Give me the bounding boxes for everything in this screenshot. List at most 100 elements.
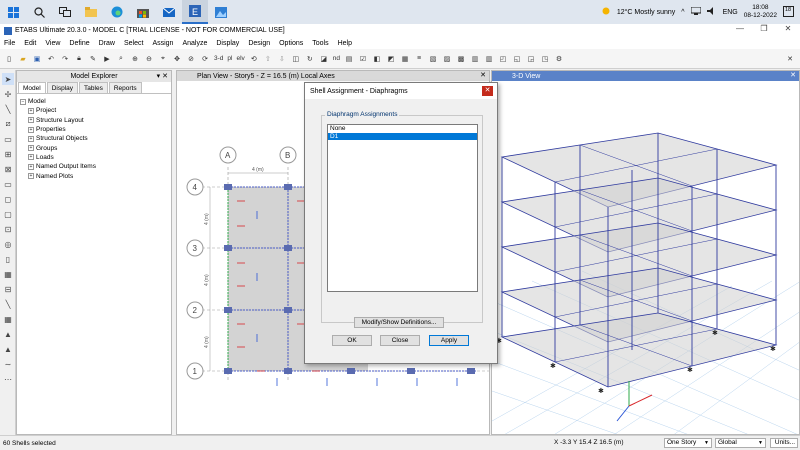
deformed-shape-icon[interactable]: ◩ [385,53,397,65]
weather-text[interactable]: 12°C Mostly sunny [617,9,675,16]
menu-define[interactable]: Define [69,40,89,47]
collapse-icon[interactable]: − [20,98,26,105]
menu-analyze[interactable]: Analyze [182,40,207,47]
reshape-icon[interactable]: ✢ [2,88,14,100]
pointer-icon[interactable]: ➤ [2,73,14,85]
tree-node-groups[interactable]: + Groups [20,143,168,152]
move-down-icon[interactable]: ⇩ [276,53,288,65]
draw-wall-icon[interactable]: ▢ [2,208,14,220]
object-shrink-icon[interactable]: ◪ [318,53,330,65]
three-d-view-canvas[interactable]: ✱✱ ✱ ✱✱✱ [492,81,800,435]
menu-design[interactable]: Design [248,40,270,47]
expand-icon[interactable]: + [28,135,34,142]
draw-brace-icon[interactable]: ⊠ [2,163,14,175]
draw-grid-icon[interactable]: ▦ [2,313,14,325]
three-d-view-window[interactable]: 3-D View ✕ ✱ ✱ ✱ ✱ ✱ ✱ [491,70,800,435]
task-view-icon[interactable] [52,0,78,24]
story-mode-select[interactable]: One Story ▼ [664,438,712,448]
steel-design-icon[interactable]: ▥ [469,53,481,65]
composite-icon[interactable]: ◱ [511,53,523,65]
elevation-view-button[interactable]: elv [235,53,245,65]
redo-icon[interactable]: ↷ [59,53,71,65]
move-up-icon[interactable]: ⇧ [262,53,274,65]
coordinate-system-select[interactable]: Global ▼ [715,438,766,448]
three-d-view-close-icon[interactable]: ✕ [790,71,796,79]
menu-help[interactable]: Help [338,40,352,47]
building-slabs[interactable] [500,132,778,388]
draw-developed-elevation-icon[interactable]: ▲ [2,343,14,355]
tab-reports[interactable]: Reports [108,82,142,93]
show-all-icon[interactable]: ▤ [343,53,355,65]
modify-show-definitions-button[interactable]: Modify/Show Definitions... [354,317,444,328]
tree-node-named-output-items[interactable]: + Named Output Items [20,162,168,171]
close-button[interactable]: Close [380,335,420,346]
new-model-icon[interactable]: ▯ [3,53,15,65]
plan-view-button[interactable]: pl [226,53,233,65]
plan-view-close-icon[interactable]: ✕ [480,71,486,79]
tree-node-named-plots[interactable]: + Named Plots [20,171,168,180]
dialog-close-icon[interactable]: ✕ [482,86,493,96]
apply-button[interactable]: Apply [429,335,469,346]
draw-slab-rebar-icon[interactable]: ▦ [2,268,14,280]
diaphragm-option-d1[interactable]: D1 [328,132,477,140]
taskbar-clock[interactable]: 18:08 08-12-2022 [744,4,777,20]
weather-icon[interactable] [601,6,611,18]
draw-null-icon[interactable]: ◎ [2,238,14,250]
expand-icon[interactable]: + [28,163,34,170]
draw-beam-icon[interactable]: ▭ [2,133,14,145]
lock-icon[interactable]: 🔒︎ [73,53,85,65]
edge-browser-icon[interactable] [104,0,130,24]
draw-opening-icon[interactable]: ⊡ [2,223,14,235]
volume-icon[interactable] [706,7,717,17]
view-3d-button[interactable]: 3-d [213,53,224,65]
rotate-icon[interactable]: ⟳ [199,53,211,65]
zoom-restore-icon[interactable]: ⌖ [157,53,169,65]
settings-icon[interactable]: ⚙ [553,53,565,65]
draw-strip-icon[interactable]: ⊟ [2,283,14,295]
table-icon[interactable]: ▦ [399,53,411,65]
tree-node-model[interactable]: − Model [20,97,168,106]
model-explorer-controls[interactable]: ▾ ✕ [157,72,168,80]
section-cut-icon[interactable]: ▧ [427,53,439,65]
set-display-icon[interactable]: ☑ [357,53,369,65]
ok-button[interactable]: OK [332,335,372,346]
draw-joint-icon[interactable]: ╲ [2,103,14,115]
zoom-out-icon[interactable]: ⊖ [143,53,155,65]
zoom-previous-icon[interactable]: ⊘ [185,53,197,65]
draw-dimension-icon[interactable]: ╲ [2,298,14,310]
zoom-in-icon[interactable]: ⊕ [129,53,141,65]
network-icon[interactable] [690,6,702,17]
tab-model[interactable]: Model [18,82,46,93]
photos-icon[interactable] [208,0,234,24]
tab-display[interactable]: Display [46,82,79,93]
draw-rect-floor-icon[interactable]: ◻ [2,193,14,205]
expand-icon[interactable]: + [28,173,34,180]
store-icon[interactable] [130,0,156,24]
etabs-taskbar-icon[interactable]: E [182,0,208,24]
diaphragm-option-none[interactable]: None [328,125,477,133]
menu-view[interactable]: View [45,40,60,47]
search-icon[interactable] [26,0,52,24]
notification-icon[interactable]: 18 [783,5,794,19]
windows-start-icon[interactable] [0,0,26,24]
expand-icon[interactable]: + [28,107,34,114]
draw-floor-icon[interactable]: ▭ [2,178,14,190]
frame-forces-icon[interactable]: ≡ [413,53,425,65]
toolbar-close-icon[interactable]: ✕ [784,53,796,65]
report-icon[interactable]: ◳ [539,53,551,65]
draw-section-cut-icon[interactable]: ▲ [2,328,14,340]
menu-tools[interactable]: Tools [312,40,328,47]
color-icon[interactable]: ◧ [371,53,383,65]
draw-column-icon[interactable]: ⊞ [2,148,14,160]
draw-tendon-icon[interactable]: ▯ [2,253,14,265]
run-analysis-icon[interactable]: ▶ [101,53,113,65]
minimize-button[interactable]: — [728,24,752,33]
mail-icon[interactable] [156,0,182,24]
draw-link-icon[interactable]: ∼ [2,358,14,370]
menu-assign[interactable]: Assign [152,40,173,47]
close-window-button[interactable]: ✕ [776,24,800,33]
menu-options[interactable]: Options [279,40,303,47]
menu-display[interactable]: Display [216,40,239,47]
concrete-design-icon[interactable]: ▩ [455,53,467,65]
tree-node-properties[interactable]: + Properties [20,125,168,134]
